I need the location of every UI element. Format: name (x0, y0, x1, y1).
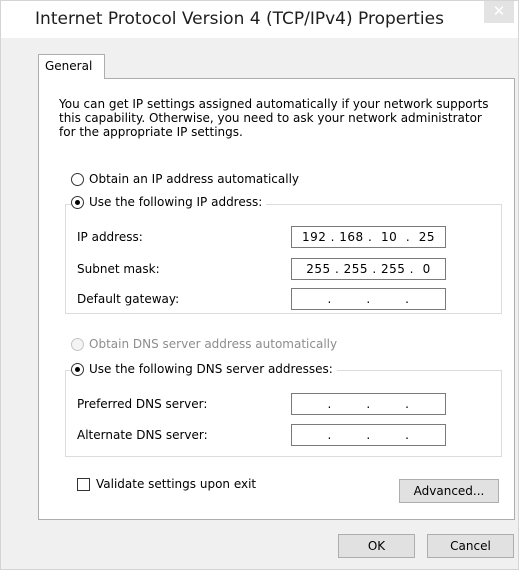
ipv4-properties-dialog: Internet Protocol Version 4 (TCP/IPv4) P… (0, 0, 519, 570)
preferred-dns-label: Preferred DNS server: (77, 397, 208, 411)
validate-settings-label: Validate settings upon exit (96, 477, 257, 491)
close-icon: ✕ (492, 2, 506, 20)
obtain-dns-automatically-label: Obtain DNS server address automatically (89, 337, 338, 351)
intro-text: You can get IP settings assigned automat… (59, 97, 489, 139)
obtain-ip-automatically-label: Obtain an IP address automatically (89, 172, 300, 186)
alternate-dns-label: Alternate DNS server: (77, 428, 208, 442)
validate-settings-checkbox[interactable]: Validate settings upon exit (77, 477, 256, 491)
use-following-ip-radio[interactable]: Use the following IP address: (71, 195, 267, 209)
radio-circle-checked (71, 195, 84, 209)
obtain-dns-automatically-radio[interactable]: Obtain DNS server address automatically (71, 337, 337, 351)
ip-address-label: IP address: (77, 230, 143, 244)
default-gateway-label: Default gateway: (77, 292, 180, 306)
title-bar: Internet Protocol Version 4 (TCP/IPv4) P… (1, 1, 518, 38)
radio-circle-checked (71, 362, 84, 376)
radio-circle-disabled (71, 337, 84, 351)
obtain-ip-automatically-radio[interactable]: Obtain an IP address automatically (71, 172, 299, 186)
radio-circle (71, 172, 84, 186)
checkbox-box (77, 477, 90, 491)
use-following-dns-label: Use the following DNS server addresses: (89, 362, 333, 376)
subnet-mask-input[interactable]: 255 . 255 . 255 . 0 (291, 258, 446, 280)
close-button[interactable]: ✕ (484, 1, 514, 23)
advanced-button[interactable]: Advanced... (399, 479, 499, 503)
tab-general[interactable]: General (38, 54, 105, 79)
default-gateway-input[interactable]: . . . (291, 288, 446, 310)
window-title: Internet Protocol Version 4 (TCP/IPv4) P… (35, 9, 444, 29)
use-following-ip-label: Use the following IP address: (89, 195, 263, 209)
subnet-mask-label: Subnet mask: (77, 262, 160, 276)
ok-button[interactable]: OK (338, 534, 415, 558)
cancel-button[interactable]: Cancel (427, 534, 514, 558)
preferred-dns-input[interactable]: . . . (291, 393, 446, 415)
ip-address-input[interactable]: 192 . 168 . 10 . 25 (291, 226, 446, 248)
alternate-dns-input[interactable]: . . . (291, 424, 446, 446)
use-following-dns-radio[interactable]: Use the following DNS server addresses: (71, 362, 337, 376)
